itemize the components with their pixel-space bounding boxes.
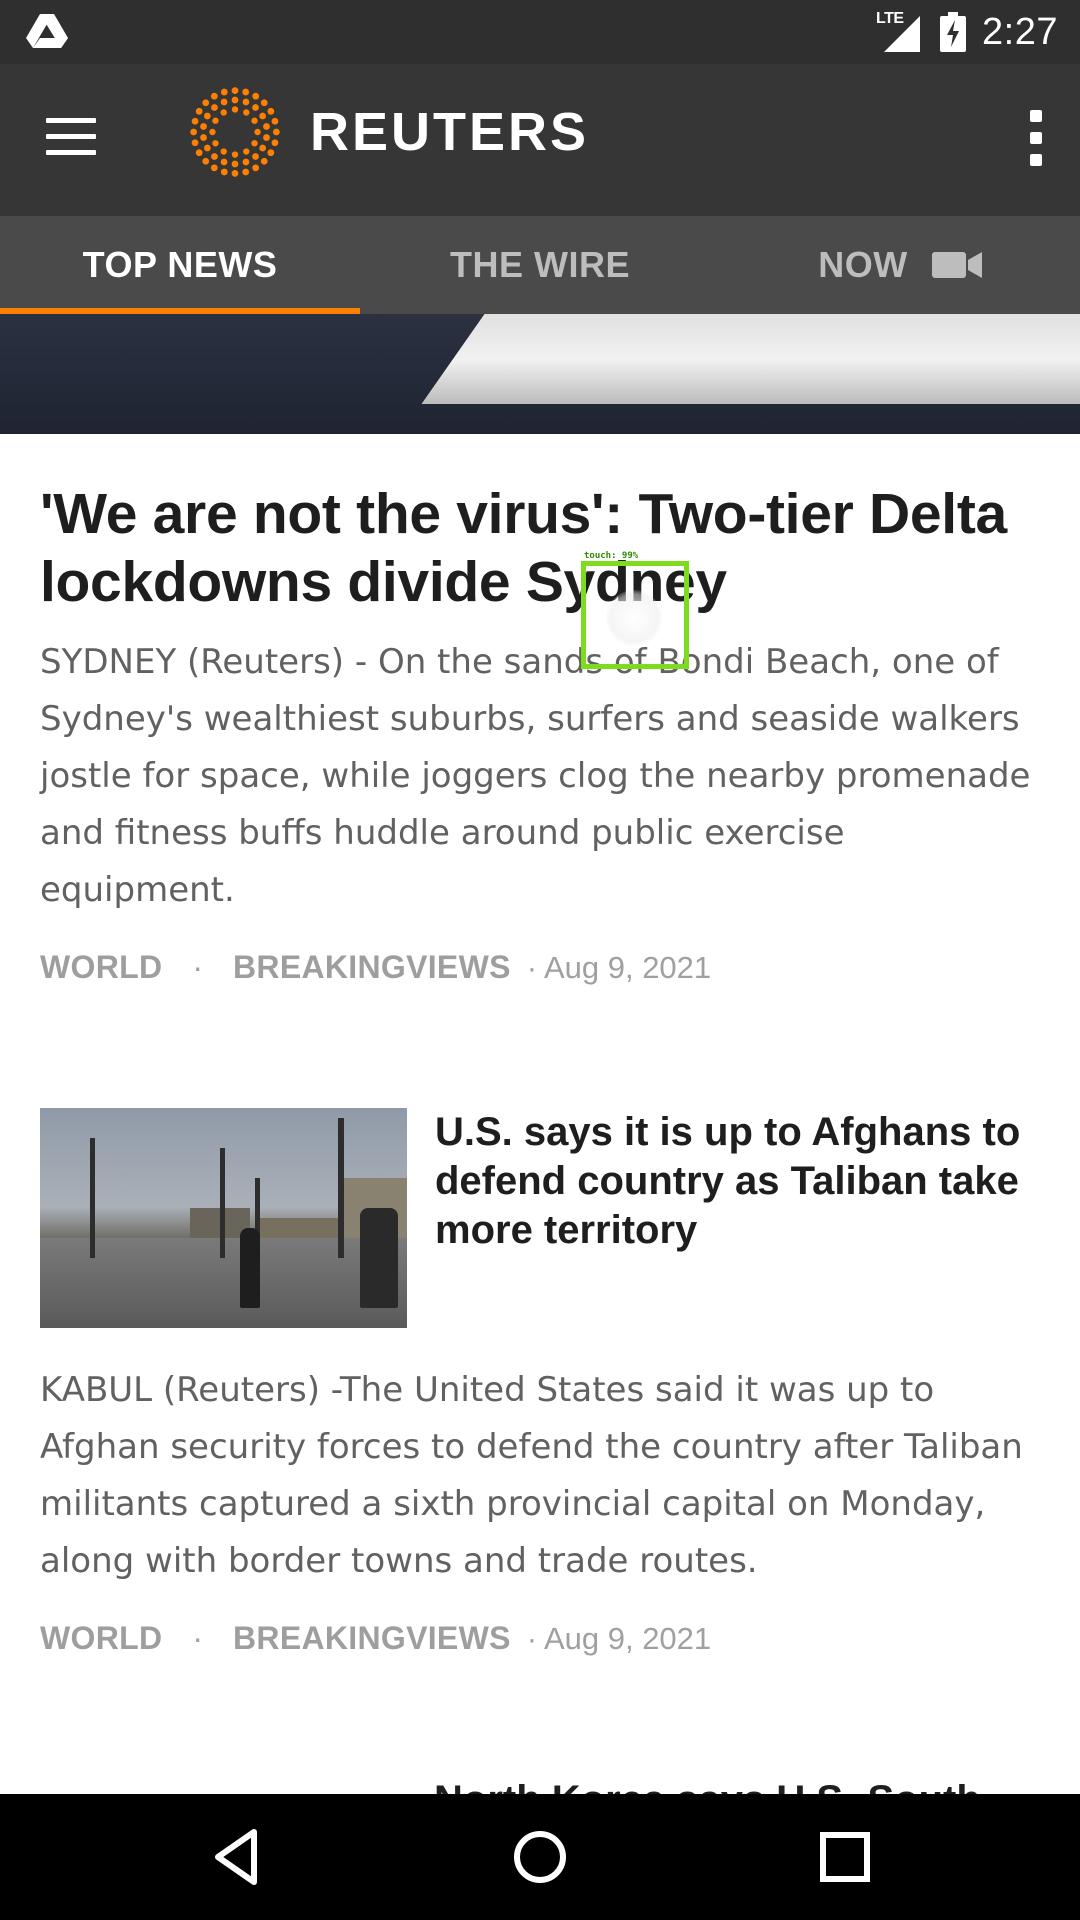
app-bar: REUTERS [0,64,1080,216]
status-icons: LTE 2:27 [876,8,1058,56]
tab-top-news[interactable]: TOP NEWS [0,216,360,314]
overflow-menu-icon[interactable] [1026,110,1046,170]
article-card[interactable]: U.S. says it is up to Afghans to defend … [40,1108,1050,1657]
signal-icon: LTE [876,10,924,54]
article-summary: KABUL (Reuters) -The United States said … [40,1370,1023,1581]
article-meta: WORLD · BREAKINGVIEWS · Aug 9, 2021 [40,949,1050,986]
clock: 2:27 [982,10,1058,53]
recents-icon[interactable] [812,1824,878,1890]
article-card[interactable]: 'We are not the virus': Two-tier Delta l… [40,480,1050,986]
hero-image[interactable] [0,314,1080,434]
touch-label: touch: 99% [584,551,639,561]
video-camera-icon [931,252,982,278]
touch-detection-box [581,561,689,669]
reuters-logo [190,87,280,177]
tab-label: NOW [818,244,908,285]
tag-breakingviews[interactable]: BREAKINGVIEWS [233,1620,511,1657]
brand-name: REUTERS [310,102,590,162]
date-text: Aug 9, 2021 [543,1620,712,1656]
article-summary: SYDNEY (Reuters) - On the sands of Bondi… [40,642,1031,910]
meta-separator: · [192,949,204,985]
brand: REUTERS [188,82,589,182]
article-meta: WORLD · BREAKINGVIEWS · Aug 9, 2021 [40,1620,1050,1657]
meta-separator: · [192,1620,204,1656]
hero-image-wing [421,314,1080,404]
article-thumbnail[interactable] [40,1108,407,1328]
tab-label: THE WIRE [450,244,630,285]
tab-label: TOP NEWS [82,244,278,285]
navigation-bar [0,1794,1080,1920]
home-icon[interactable] [507,1824,573,1890]
article-headline[interactable]: U.S. says it is up to Afghans to defend … [435,1108,1050,1328]
status-bar: LTE 2:27 [0,0,1080,64]
tag-world[interactable]: WORLD [40,949,162,986]
article-date: · Aug 9, 2021 [527,1621,711,1657]
menu-icon[interactable] [46,118,98,158]
tab-the-wire[interactable]: THE WIRE [360,216,720,314]
tag-world[interactable]: WORLD [40,1620,162,1657]
article-headline[interactable]: 'We are not the virus': Two-tier Delta l… [40,480,1050,616]
drive-icon [26,14,68,48]
tab-now[interactable]: NOW [720,216,1080,314]
meta-separator: · [526,949,538,985]
article-date: · Aug 9, 2021 [527,950,711,986]
battery-charging-icon [940,12,967,52]
back-icon[interactable] [204,1824,270,1890]
screen: LTE 2:27 REUTERS TOP NEWS THE WIRE NOW '… [0,0,1080,1920]
tab-bar: TOP NEWS THE WIRE NOW [0,216,1080,314]
meta-separator: · [526,1620,538,1656]
date-text: Aug 9, 2021 [543,949,712,985]
tag-breakingviews[interactable]: BREAKINGVIEWS [233,949,511,986]
